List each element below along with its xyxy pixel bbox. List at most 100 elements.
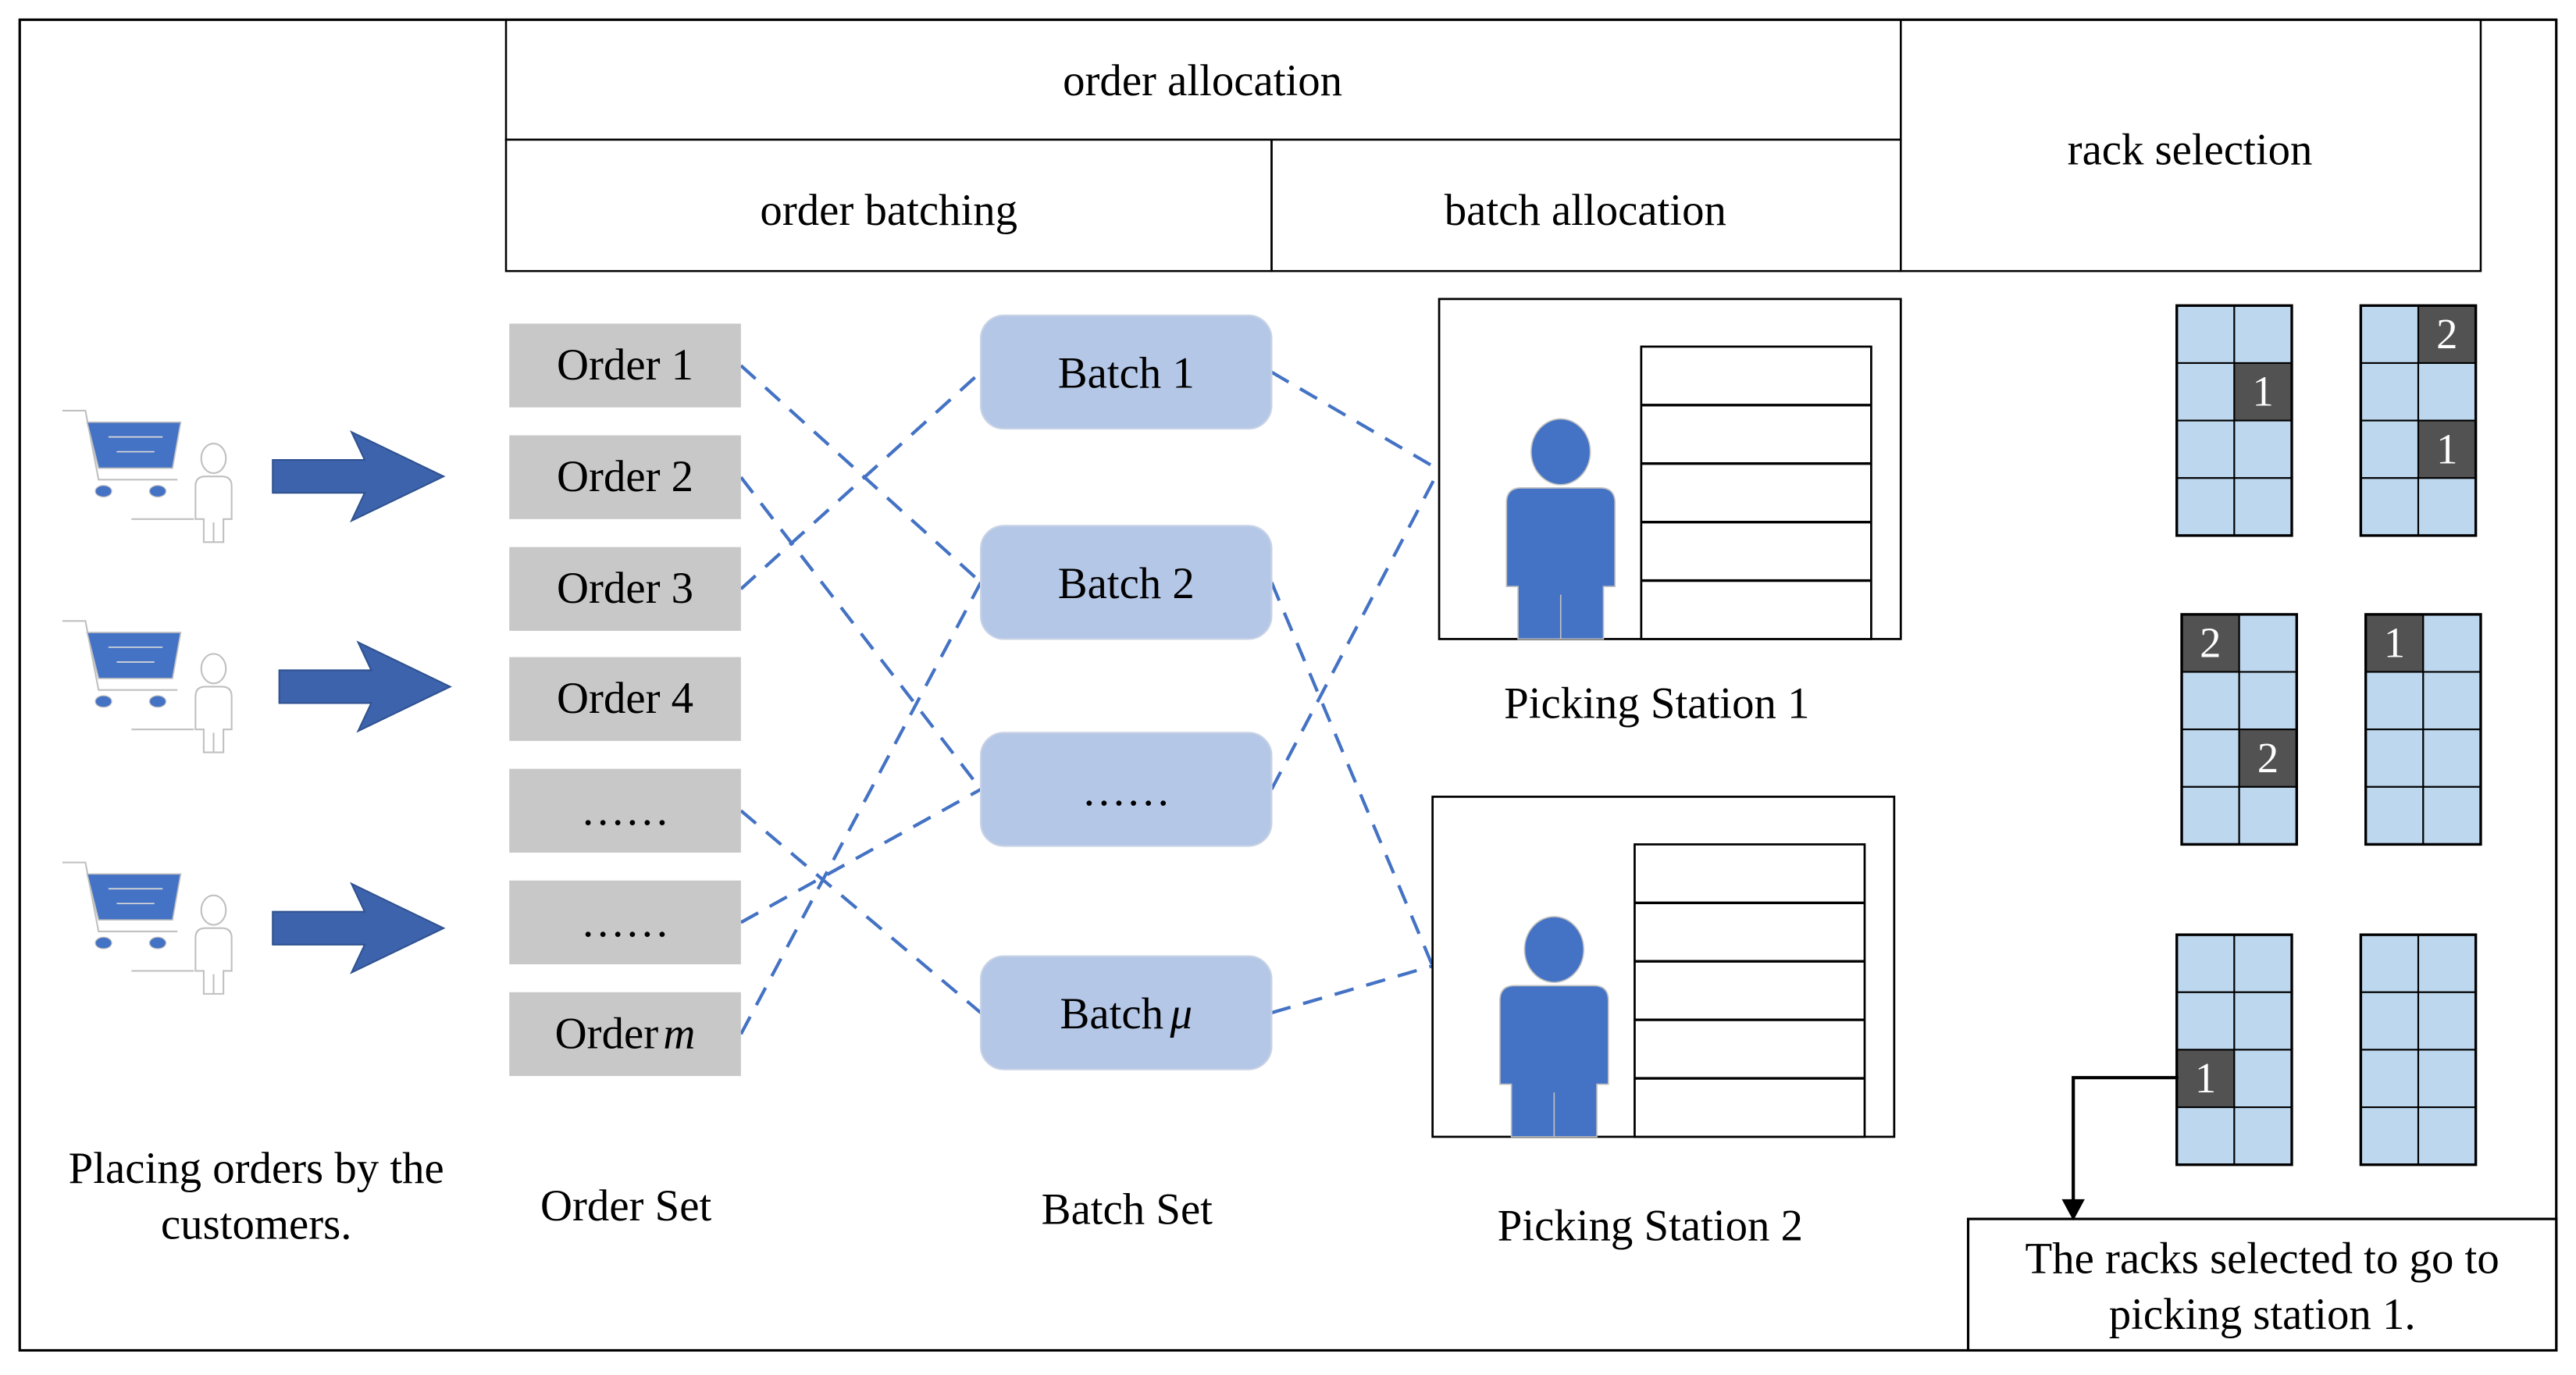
rack-cell [2360,419,2420,479]
rack-3: 22 [2180,613,2299,846]
order-item: …… [509,880,741,965]
rack-cell [2360,934,2420,993]
rack-cell [2417,934,2477,993]
rack-cell [2238,671,2298,731]
order-item: Order m [509,992,741,1077]
batch-set-caption: Batch Set [1042,1184,1213,1234]
cart-wheel [94,695,112,708]
customers-caption-line1: Placing orders by the [69,1144,444,1193]
rack-cell [2422,613,2482,673]
order-label: …… [581,897,670,946]
rack-cell [2233,1049,2293,1109]
rack-cell [2175,934,2236,993]
rack-cell [2360,1106,2420,1166]
rack-cell [2360,305,2420,365]
cart-wheel [94,936,112,949]
rack-cell [2238,785,2298,846]
rack-cell [2422,728,2482,788]
shelf-frame [1634,843,1866,1138]
rack-cell [2175,419,2236,479]
order-item: Order 4 [509,657,741,741]
rack-cell [2360,991,2420,1051]
order-picking-diagram: order allocation order batching batch al… [18,18,2558,1352]
callout-line1: The racks selected to go to [2026,1234,2499,1284]
order-label: …… [581,785,670,835]
rack-cell [2360,362,2420,422]
batch-item: Batch 2 [980,525,1273,640]
picker-head [1530,418,1591,486]
rack-cell [2417,1049,2477,1109]
batch-label: Batch 1 [1058,349,1195,398]
cart-basket [86,873,182,921]
order-item: …… [509,768,741,853]
rack-4: 1 [2364,613,2482,846]
rack-cell-number: 1 [2384,619,2405,667]
rack-cell [2233,1106,2293,1166]
cart-wheel [148,695,167,708]
rack-cell-number: 2 [2257,734,2278,782]
rack-cell-number: 1 [2253,368,2274,415]
rack-cell [2180,728,2240,788]
rack-cell [2233,991,2293,1051]
rack-cell [2417,991,2477,1051]
order-item: Order 2 [509,435,741,519]
rack-5: 1 [2175,933,2293,1167]
station-label: Picking Station 2 [1498,1201,1803,1250]
cart-basket [86,632,182,679]
rack-cell [2364,671,2425,731]
order-set: Order 1 Order 2 Order 3 Order 4 …… …… Order m [509,323,741,1077]
rack-cell [2233,934,2293,993]
rack-cell [2175,1106,2236,1166]
rack-cell [2417,477,2477,536]
order-label: Order 1 [557,340,693,390]
rack-cell [2238,613,2298,673]
rack-cell [2180,671,2240,731]
header-order-batching: order batching [760,186,1017,235]
rack-cell [2175,305,2236,365]
rack-cell [2175,362,2236,422]
rack-cell [2233,477,2293,536]
batch-item: …… [980,732,1273,847]
station-shelf [1634,843,1866,1138]
person-head [200,443,227,474]
rack-cell [2233,419,2293,479]
rack-cell-number: 2 [2436,310,2457,358]
rack-cell [2175,477,2236,536]
station-label: Picking Station 1 [1504,679,1809,728]
rack-cell [2422,671,2482,731]
batch-item: Batch μ [980,955,1273,1070]
header-order-allocation: order allocation [1063,56,1342,105]
order-item: Order 3 [509,547,741,631]
cart-basket [86,421,182,469]
batch-item: Batch 1 [980,314,1273,430]
order-label: Order m [555,1009,696,1058]
rack-6 [2359,933,2478,1167]
rack-cell [2417,1106,2477,1166]
header-rack-selection: rack selection [2068,125,2313,174]
order-item: Order 1 [509,323,741,408]
order-label: Order 4 [557,674,693,723]
cart-wheel [94,485,112,498]
rack-1: 1 [2175,304,2293,537]
order-set-caption: Order Set [540,1181,711,1231]
batch-label: Batch μ [1060,989,1192,1038]
rack-cell [2180,785,2240,846]
station-shelf [1640,345,1872,640]
person-head [200,653,227,685]
rack-2: 21 [2359,304,2478,537]
rack-cell-number: 1 [2436,425,2457,472]
batch-label: …… [1081,766,1170,815]
header-batch-allocation: batch allocation [1445,186,1726,235]
picker-head [1523,916,1585,983]
rack-cell [2360,477,2420,536]
order-label: Order 2 [557,452,693,501]
person-head [200,894,227,926]
rack-cell-number: 1 [2195,1054,2216,1102]
shelf-frame [1640,345,1872,640]
customers-caption-line2: customers. [161,1199,352,1249]
rack-cell [2360,1049,2420,1109]
batch-label: Batch 2 [1058,559,1195,608]
rack-cell [2364,728,2425,788]
rack-cell [2417,362,2477,422]
cart-wheel [148,936,167,949]
